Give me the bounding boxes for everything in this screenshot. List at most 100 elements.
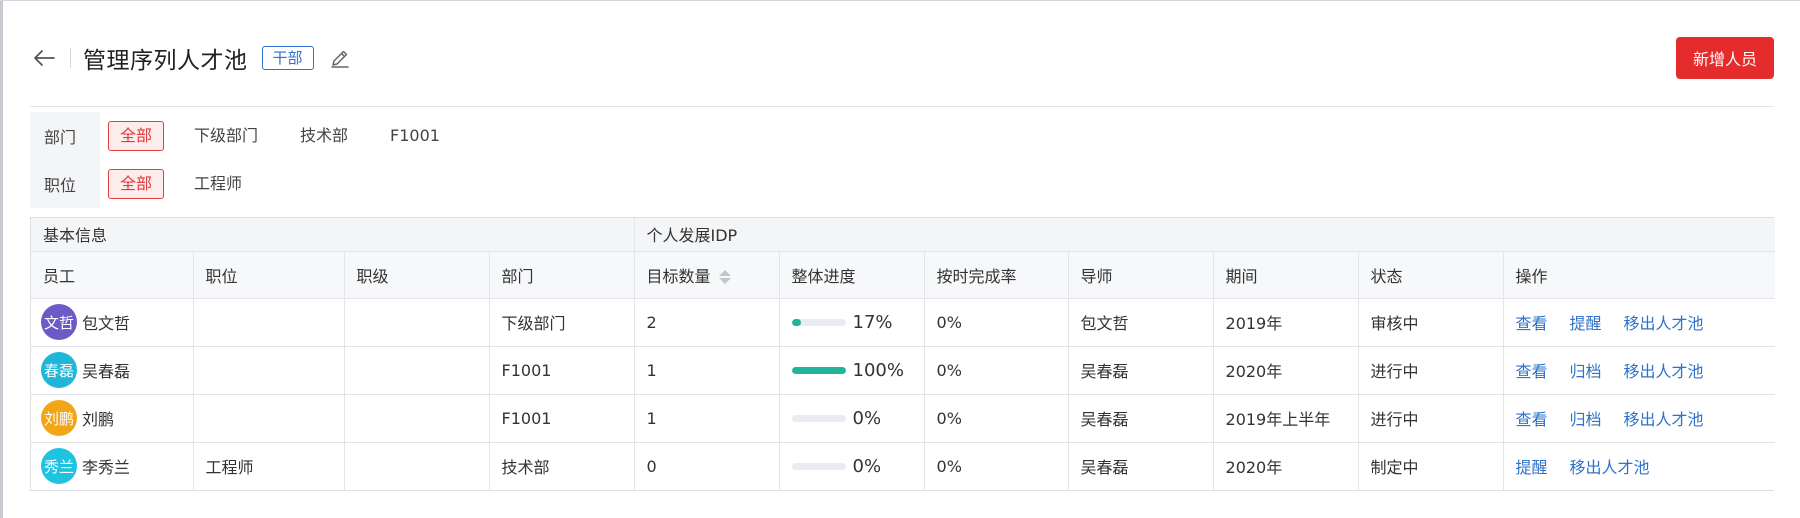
employee-name[interactable]: 李秀兰 xyxy=(82,454,130,478)
filter-row-position: 职位 全部 工程师 xyxy=(30,160,1774,208)
cell-position xyxy=(193,346,345,395)
filter-options-position: 全部 工程师 xyxy=(100,169,272,199)
col-status: 状态 xyxy=(1358,251,1504,299)
cell-position xyxy=(193,394,345,443)
table-row: 刘鹏 刘鹏 F1001 1 0% 0% 吴春磊 2019年上半年 进行中 查看 归… xyxy=(31,394,1776,443)
filter-option-all[interactable]: 全部 xyxy=(108,121,165,151)
filter-option-tech-department[interactable]: 技术部 xyxy=(288,121,360,151)
group-idp: 个人发展IDP xyxy=(634,218,1776,252)
archive-link[interactable]: 归档 xyxy=(1570,358,1602,382)
cell-department: F1001 xyxy=(489,346,635,395)
cell-status: 进行中 xyxy=(1358,394,1504,443)
filter-label-position: 职位 xyxy=(30,160,100,208)
avatar: 文哲 xyxy=(41,304,77,340)
cell-goal-count: 1 xyxy=(634,394,780,443)
filter-label-department: 部门 xyxy=(30,112,100,160)
cell-progress: 0% xyxy=(779,394,925,443)
progress-bar xyxy=(791,414,846,422)
cell-mentor: 吴春磊 xyxy=(1068,442,1214,490)
cell-goal-count: 2 xyxy=(634,298,780,347)
progress-bar xyxy=(791,366,846,374)
cell-department: 技术部 xyxy=(489,442,635,490)
view-link[interactable]: 查看 xyxy=(1516,310,1548,334)
cell-employee: 秀兰 李秀兰 xyxy=(31,442,194,490)
employee-name[interactable]: 刘鹏 xyxy=(82,406,114,430)
cell-actions: 查看 提醒 移出人才池 xyxy=(1503,298,1776,347)
filter-options-department: 全部 下级部门 技术部 F1001 xyxy=(100,121,470,151)
col-mentor: 导师 xyxy=(1068,251,1214,299)
cell-status: 进行中 xyxy=(1358,346,1504,395)
col-goal-count[interactable]: 目标数量 xyxy=(634,251,780,299)
cell-goal-count: 1 xyxy=(634,346,780,395)
remove-from-pool-link[interactable]: 移出人才池 xyxy=(1624,310,1704,334)
avatar: 秀兰 xyxy=(41,448,77,485)
remove-from-pool-link[interactable]: 移出人才池 xyxy=(1624,358,1704,382)
cell-position: 工程师 xyxy=(193,442,345,490)
avatar: 春磊 xyxy=(41,352,77,388)
edit-icon[interactable] xyxy=(328,46,352,70)
filter-option-f1001[interactable]: F1001 xyxy=(378,121,452,151)
cell-actions: 查看 归档 移出人才池 xyxy=(1503,394,1776,443)
cell-mentor: 吴春磊 xyxy=(1068,346,1214,395)
group-basic-info: 基本信息 xyxy=(31,218,635,252)
cell-level xyxy=(344,394,490,443)
cell-department: 下级部门 xyxy=(489,298,635,347)
cell-level xyxy=(344,298,490,347)
cell-period: 2020年 xyxy=(1213,442,1359,490)
remove-from-pool-link[interactable]: 移出人才池 xyxy=(1570,454,1650,478)
col-period: 期间 xyxy=(1213,251,1359,299)
employee-name[interactable]: 包文哲 xyxy=(82,310,130,334)
filter-option-sub-department[interactable]: 下级部门 xyxy=(182,121,270,151)
progress-fill xyxy=(791,318,801,326)
page-title: 管理序列人才池 xyxy=(83,48,248,74)
col-overall-progress: 整体进度 xyxy=(779,251,925,299)
cell-goal-count: 0 xyxy=(634,442,780,490)
progress-bar xyxy=(791,462,846,470)
window-left-edge xyxy=(0,0,3,518)
cell-progress: 17% xyxy=(779,298,925,347)
progress-text: 100% xyxy=(852,359,904,381)
cell-employee: 刘鹏 刘鹏 xyxy=(31,394,194,443)
add-person-button[interactable]: 新增人员 xyxy=(1675,37,1774,79)
col-goal-count-label: 目标数量 xyxy=(646,266,711,286)
header-divider xyxy=(30,106,1774,107)
archive-link[interactable]: 归档 xyxy=(1570,406,1602,430)
filter-option-all-position[interactable]: 全部 xyxy=(108,169,165,199)
col-actions: 操作 xyxy=(1503,251,1776,299)
progress-text: 0% xyxy=(852,407,882,429)
cell-period: 2019年上半年 xyxy=(1213,394,1359,443)
cell-period: 2020年 xyxy=(1213,346,1359,395)
table-group-header: 基本信息 个人发展IDP xyxy=(31,218,1776,252)
employee-name[interactable]: 吴春磊 xyxy=(82,358,130,382)
col-department: 部门 xyxy=(489,251,635,299)
cell-ontime-rate: 0% xyxy=(924,442,1069,490)
cell-status: 制定中 xyxy=(1358,442,1504,490)
cell-employee: 文哲 包文哲 xyxy=(31,298,194,347)
cell-progress: 0% xyxy=(779,442,925,490)
sort-icon[interactable] xyxy=(718,270,731,284)
remind-link[interactable]: 提醒 xyxy=(1570,310,1602,334)
cell-level xyxy=(344,442,490,490)
arrow-left-icon[interactable] xyxy=(30,44,58,72)
remove-from-pool-link[interactable]: 移出人才池 xyxy=(1624,406,1704,430)
cell-ontime-rate: 0% xyxy=(924,394,1069,443)
table-row: 秀兰 李秀兰 工程师 技术部 0 0% 0% 吴春磊 2020年 制定中 提醒 移… xyxy=(31,442,1776,490)
cell-mentor: 包文哲 xyxy=(1068,298,1214,347)
cadre-tag: 干部 xyxy=(261,46,314,70)
progress-fill xyxy=(791,366,846,374)
progress-text: 17% xyxy=(852,311,893,333)
remind-link[interactable]: 提醒 xyxy=(1516,454,1548,478)
cell-period: 2019年 xyxy=(1213,298,1359,347)
table-row: 春磊 吴春磊 F1001 1 100% 0% 吴春磊 2020年 进行中 查看 归… xyxy=(31,346,1776,395)
cell-progress: 100% xyxy=(779,346,925,395)
col-employee: 员工 xyxy=(31,251,194,299)
avatar: 刘鹏 xyxy=(41,400,77,436)
view-link[interactable]: 查看 xyxy=(1516,358,1548,382)
cell-ontime-rate: 0% xyxy=(924,346,1069,395)
filter-option-engineer[interactable]: 工程师 xyxy=(182,169,254,199)
progress-bar xyxy=(791,318,846,326)
table-row: 文哲 包文哲 下级部门 2 17% 0% 包文哲 2019年 审核中 查看 提醒 … xyxy=(31,298,1776,347)
cell-status: 审核中 xyxy=(1358,298,1504,347)
cell-mentor: 吴春磊 xyxy=(1068,394,1214,443)
view-link[interactable]: 查看 xyxy=(1516,406,1548,430)
